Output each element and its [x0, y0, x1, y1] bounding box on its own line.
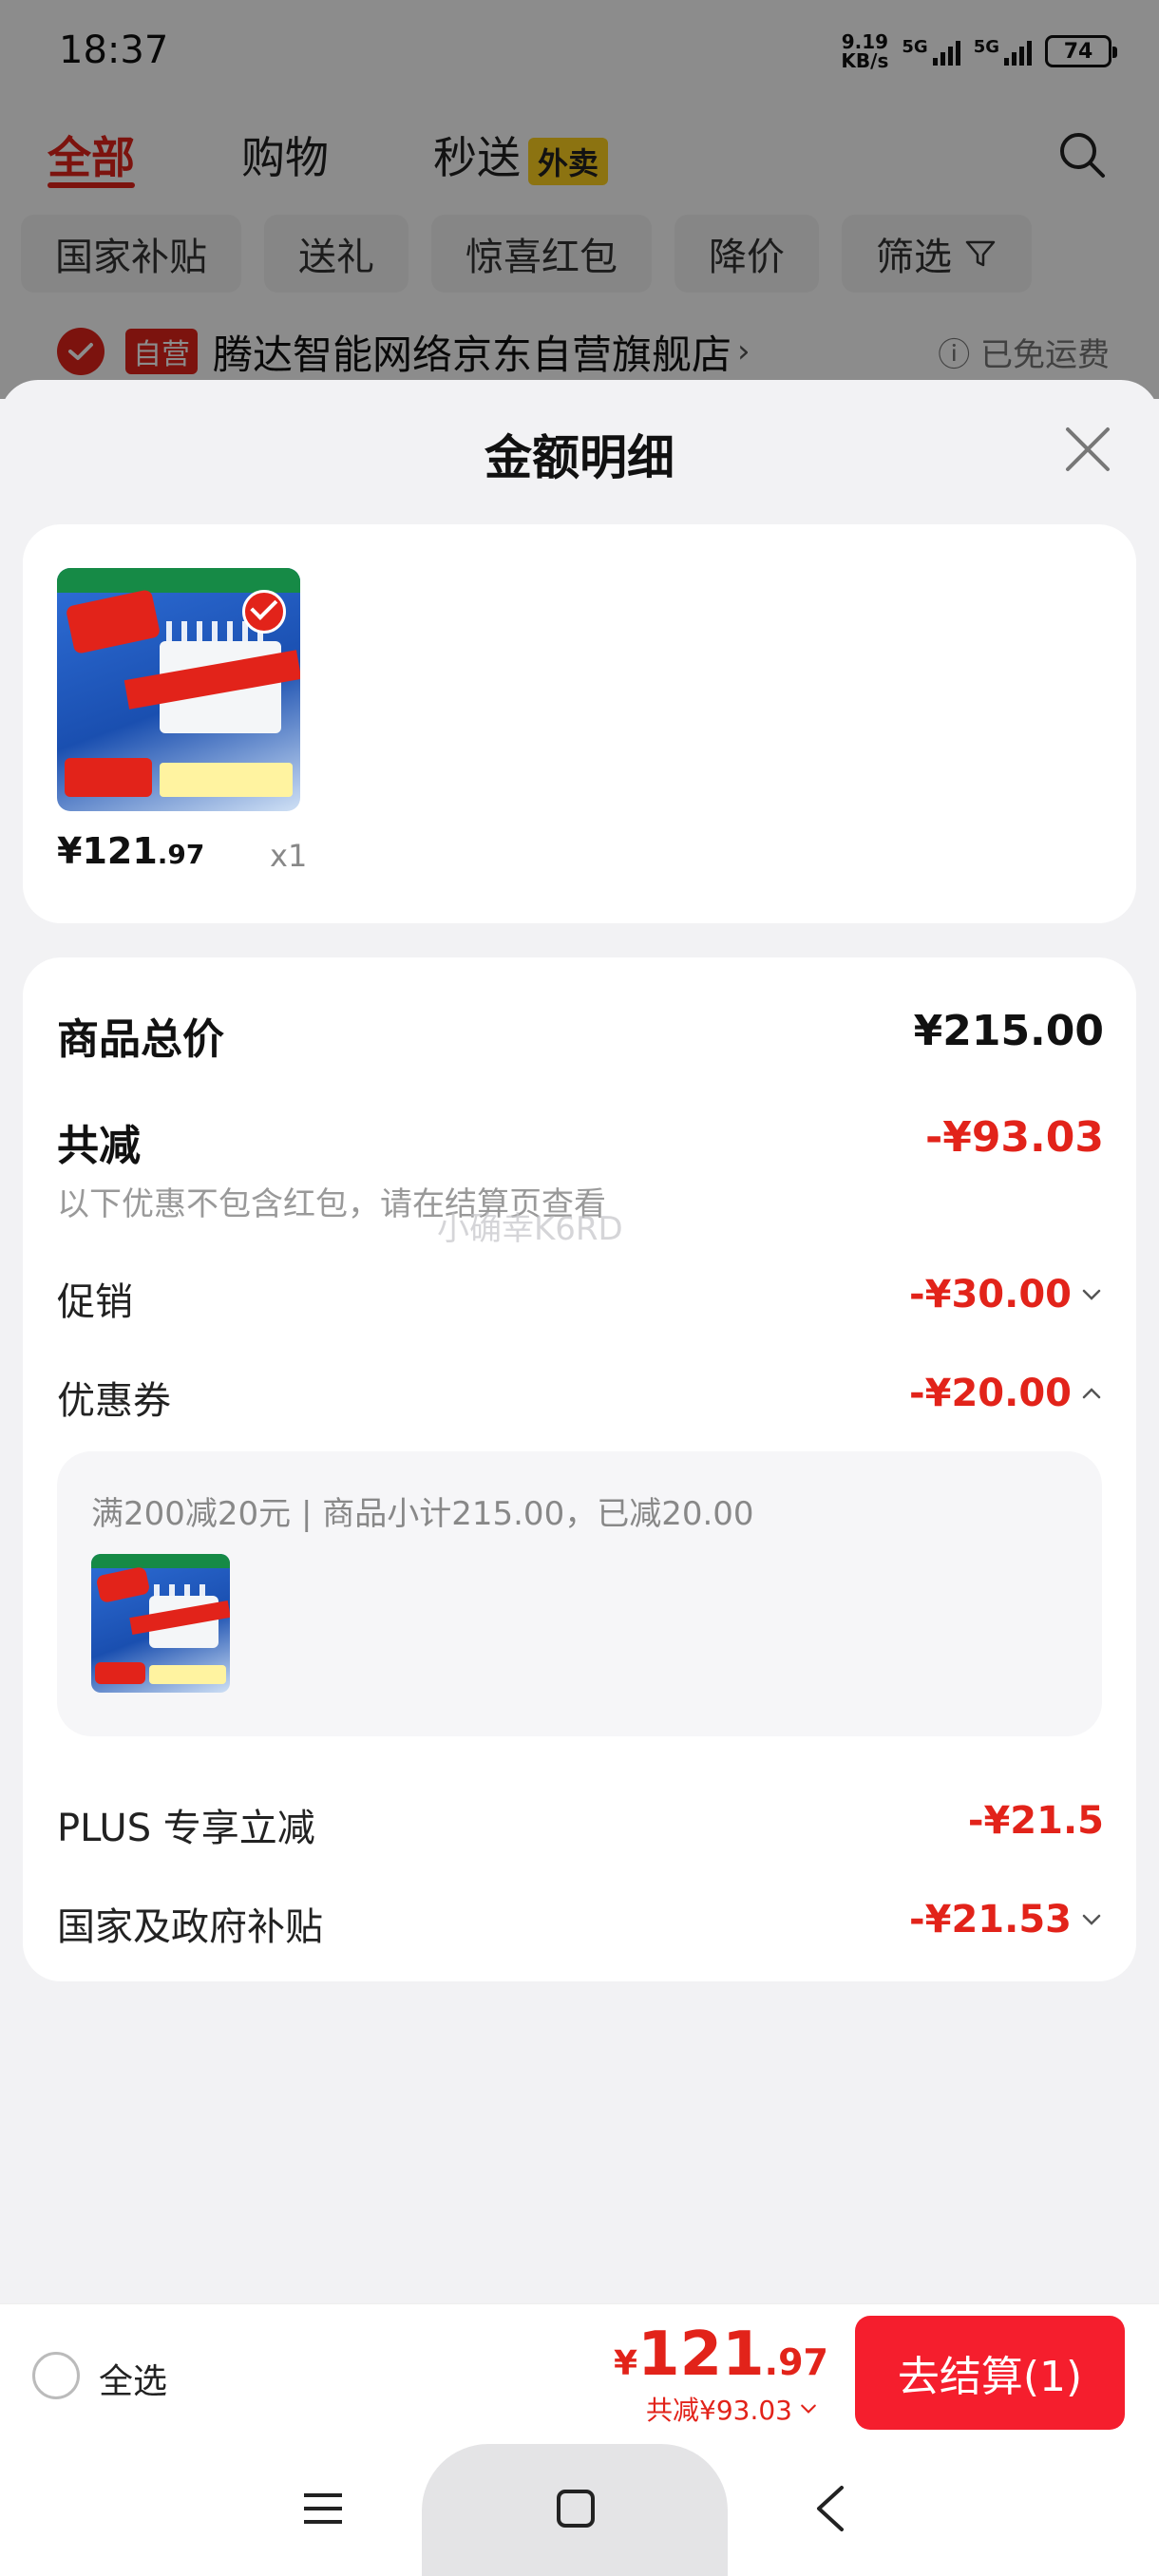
total-reduce-value: -¥93.03 [924, 1113, 1104, 1162]
dim-overlay[interactable] [0, 0, 1159, 399]
coupon-product-thumbnail[interactable] [91, 1554, 230, 1693]
total-reduce-toggle[interactable]: 共减¥93.03 [646, 2390, 819, 2428]
plus-label: PLUS 专享立减 [57, 1807, 315, 1850]
product-price: ¥121.97 [57, 830, 204, 872]
coupon-row[interactable]: -¥20.00 [909, 1372, 1104, 1415]
subsidy-label: 国家及政府补贴 [57, 1905, 323, 1949]
coupon-value: -¥20.00 [909, 1372, 1072, 1415]
chevron-up-icon [1082, 1388, 1101, 1399]
product-thumbnail[interactable] [57, 568, 300, 811]
subsidy-value: -¥21.53 [909, 1898, 1072, 1941]
product-price-int: ¥121 [57, 830, 158, 872]
total-price-value: ¥215.00 [913, 1007, 1104, 1055]
promotion-label: 促销 [57, 1280, 133, 1324]
promotion-value: -¥30.00 [909, 1273, 1072, 1316]
total-reduce-label: 共减 [57, 1122, 141, 1170]
amount-detail-sheet: 金额明细 ¥121.97 x1 商品总价 ¥215.00 共减 -¥93.03 … [0, 380, 1159, 2303]
menu-icon[interactable] [302, 2488, 344, 2529]
chevron-down-icon [1082, 1914, 1101, 1925]
watermark: 小确幸K6RD [437, 1210, 623, 1248]
total-price: ¥ 121 .97 [614, 2320, 828, 2390]
price-breakdown-card: 商品总价 ¥215.00 共减 -¥93.03 以下优惠不包含红包，请在结算页查… [23, 957, 1136, 1981]
total-price-int: 121 [637, 2320, 765, 2390]
close-icon[interactable] [1064, 426, 1112, 473]
chevron-down-icon [1082, 1289, 1101, 1300]
total-price-label: 商品总价 [57, 1015, 224, 1064]
total-price-dec: .97 [764, 2341, 828, 2383]
subsidy-row[interactable]: -¥21.53 [909, 1898, 1104, 1941]
product-quantity: x1 [270, 838, 308, 874]
home-icon[interactable] [553, 2486, 598, 2531]
coupon-detail-box: 满200减20元 | 商品小计215.00，已减20.00 [57, 1451, 1102, 1736]
promotion-row[interactable]: -¥30.00 [909, 1273, 1104, 1316]
back-icon[interactable] [809, 2484, 851, 2533]
plus-value: -¥21.5 [967, 1799, 1104, 1843]
product-card: ¥121.97 x1 [23, 524, 1136, 923]
checkout-button[interactable]: 去结算(1) [855, 2316, 1125, 2430]
select-all-radio[interactable] [32, 2352, 80, 2399]
coupon-detail-text: 满200减20元 | 商品小计215.00，已减20.00 [91, 1495, 754, 1533]
total-price-currency: ¥ [614, 2344, 638, 2383]
chevron-down-icon [801, 2404, 816, 2414]
checkout-bar: 全选 ¥ 121 .97 共减¥93.03 去结算(1) [0, 2303, 1159, 2444]
total-reduce-text: 共减¥93.03 [646, 2395, 792, 2426]
sheet-title: 金额明细 [484, 430, 674, 485]
coupon-label: 优惠券 [57, 1379, 171, 1423]
select-all-label[interactable]: 全选 [99, 2354, 167, 2403]
product-price-dec: .97 [157, 839, 205, 870]
system-nav-bar [0, 2444, 1159, 2576]
